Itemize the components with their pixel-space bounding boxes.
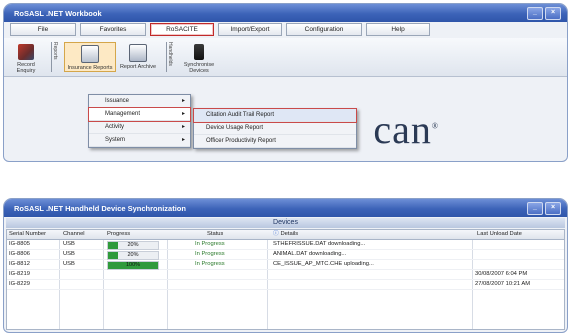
toolbar: Record Enquiry Reports Insurance Reports… xyxy=(4,38,567,77)
report-archive-label: Report Archive xyxy=(119,64,157,70)
col-serial-number[interactable]: Serial Number xyxy=(9,230,46,239)
col-details-label: Details xyxy=(280,231,299,237)
chevron-right-icon: ▸ xyxy=(181,124,185,130)
sync-titlebar[interactable]: RoSASL .NET Handheld Device Synchronizat… xyxy=(4,199,567,217)
dropdown-item-management[interactable]: Management ▸ xyxy=(88,107,191,122)
synchronise-devices-button[interactable]: Synchronise Devices xyxy=(174,44,224,74)
channel-cell: USB xyxy=(63,261,75,267)
menu-rosacite[interactable]: RoSACITE xyxy=(150,23,214,36)
minimize-button[interactable]: _ xyxy=(527,7,543,20)
brand-logo: can® xyxy=(373,106,439,153)
col-progress[interactable]: Progress xyxy=(107,230,130,239)
insurance-reports-button[interactable]: Insurance Reports xyxy=(64,42,116,72)
dropdown-item-label: System xyxy=(105,137,126,143)
synchronise-devices-label: Synchronise Devices xyxy=(183,62,215,74)
minimize-button[interactable]: _ xyxy=(527,202,543,215)
close-button[interactable]: × xyxy=(545,202,561,215)
last-unload-date-cell: 30/08/2007 6:04 PM xyxy=(475,271,528,277)
progress-label: 100% xyxy=(125,262,141,268)
table-row[interactable]: IG-8219 30/08/2007 6:04 PM xyxy=(7,270,564,280)
submenu-item-citation-audit[interactable]: Citation Audit Trail Report xyxy=(193,108,357,123)
status-cell: In Progress xyxy=(195,241,225,247)
dropdown-item-label: Issuance xyxy=(105,98,130,104)
channel-cell: USB xyxy=(63,251,75,257)
chevron-right-icon: ▸ xyxy=(181,137,185,143)
dropdown-item-label: Management xyxy=(105,111,141,117)
channel-cell: USB xyxy=(63,241,75,247)
info-icon: ⓘ xyxy=(273,231,279,237)
record-enquiry-button[interactable]: Record Enquiry xyxy=(8,44,44,74)
close-button[interactable]: × xyxy=(545,7,561,20)
menu-import-export[interactable]: Import/Export xyxy=(218,23,282,36)
sync-title: RoSASL .NET Handheld Device Synchronizat… xyxy=(14,204,186,213)
progress-bar: 20% xyxy=(107,241,159,250)
report-icon xyxy=(81,45,99,63)
dropdown-item-label: Activity xyxy=(105,124,125,130)
workbook-window: RoSASL .NET Workbook _ × File Favorites … xyxy=(3,3,568,162)
reports-group-label: Reports xyxy=(51,42,58,72)
serial-cell: IG-8812 xyxy=(9,261,30,267)
table-row[interactable]: IG-8806 USB In Progress ANIMAL.DAT download… xyxy=(7,250,564,260)
progress-bar: 20% xyxy=(107,251,159,260)
table-row[interactable]: IG-8805 USB In Progress STHEFRISSUE.DAT dow… xyxy=(7,240,564,250)
sync-window: RoSASL .NET Handheld Device Synchronizat… xyxy=(3,198,568,333)
status-cell: In Progress xyxy=(195,251,225,257)
serial-cell: IG-8229 xyxy=(9,281,30,287)
management-submenu: Citation Audit Trail Report Device Usage… xyxy=(193,108,357,149)
archive-icon xyxy=(129,44,147,62)
table-header: Serial Number Channel Progress Status ⓘ … xyxy=(7,230,564,240)
brand-logo-text: can xyxy=(373,107,432,152)
handhelds-group-label: Handhelds xyxy=(166,42,173,72)
dropdown-item-issuance[interactable]: Issuance ▸ xyxy=(89,95,190,108)
status-cell: In Progress xyxy=(195,261,225,267)
submenu-item-label: Officer Productivity Report xyxy=(206,138,276,144)
col-channel[interactable]: Channel xyxy=(63,230,85,239)
serial-cell: IG-8806 xyxy=(9,251,30,257)
menu-configuration[interactable]: Configuration xyxy=(286,23,362,36)
col-last-unload-date[interactable]: Last Unload Date xyxy=(477,230,522,239)
devices-table: Serial Number Channel Progress Status ⓘ … xyxy=(6,229,565,330)
record-enquiry-icon xyxy=(18,44,34,60)
table-row[interactable]: IG-8812 USB In Progress CE_ISSUE_AP_MTC.CHE… xyxy=(7,260,564,270)
col-details[interactable]: ⓘ Details xyxy=(273,230,298,239)
submenu-item-device-usage[interactable]: Device Usage Report xyxy=(194,122,356,135)
devices-panel-title: Devices xyxy=(6,218,565,228)
progress-label: 20% xyxy=(127,252,139,258)
reports-dropdown: Issuance ▸ Management ▸ Activity ▸ System ▸ xyxy=(88,94,191,148)
serial-cell: IG-8805 xyxy=(9,241,30,247)
col-status[interactable]: Status xyxy=(207,230,223,239)
chevron-right-icon: ▸ xyxy=(181,98,185,104)
dropdown-item-system[interactable]: System ▸ xyxy=(89,134,190,147)
dropdown-item-activity[interactable]: Activity ▸ xyxy=(89,121,190,134)
workbook-title: RoSASL .NET Workbook xyxy=(14,9,102,18)
menu-bar: File Favorites RoSACITE Import/Export Co… xyxy=(10,23,434,36)
insurance-reports-label: Insurance Reports xyxy=(67,65,113,71)
progress-bar: 100% xyxy=(107,261,159,270)
chevron-right-icon: ▸ xyxy=(181,111,185,117)
serial-cell: IG-8219 xyxy=(9,271,30,277)
handheld-device-icon xyxy=(194,44,204,60)
brand-logo-mark: ® xyxy=(431,121,439,131)
table-row[interactable]: IG-8229 27/08/2007 10:21 AM xyxy=(7,280,564,290)
submenu-item-label: Device Usage Report xyxy=(206,125,264,131)
menu-help[interactable]: Help xyxy=(366,23,430,36)
menu-favorites[interactable]: Favorites xyxy=(80,23,146,36)
submenu-item-officer-productivity[interactable]: Officer Productivity Report xyxy=(194,135,356,148)
menu-file[interactable]: File xyxy=(10,23,76,36)
report-archive-button[interactable]: Report Archive xyxy=(118,44,158,70)
progress-label: 20% xyxy=(127,242,139,248)
details-cell: ANIMAL.DAT downloading... xyxy=(273,251,347,257)
details-cell: STHEFRISSUE.DAT downloading... xyxy=(273,241,366,247)
details-cell: CE_ISSUE_AP_MTC.CHE uploading... xyxy=(273,261,374,267)
workbook-titlebar[interactable]: RoSASL .NET Workbook _ × xyxy=(4,4,567,22)
last-unload-date-cell: 27/08/2007 10:21 AM xyxy=(475,281,531,287)
record-enquiry-label: Record Enquiry xyxy=(16,62,36,74)
submenu-item-label: Citation Audit Trail Report xyxy=(206,112,275,118)
